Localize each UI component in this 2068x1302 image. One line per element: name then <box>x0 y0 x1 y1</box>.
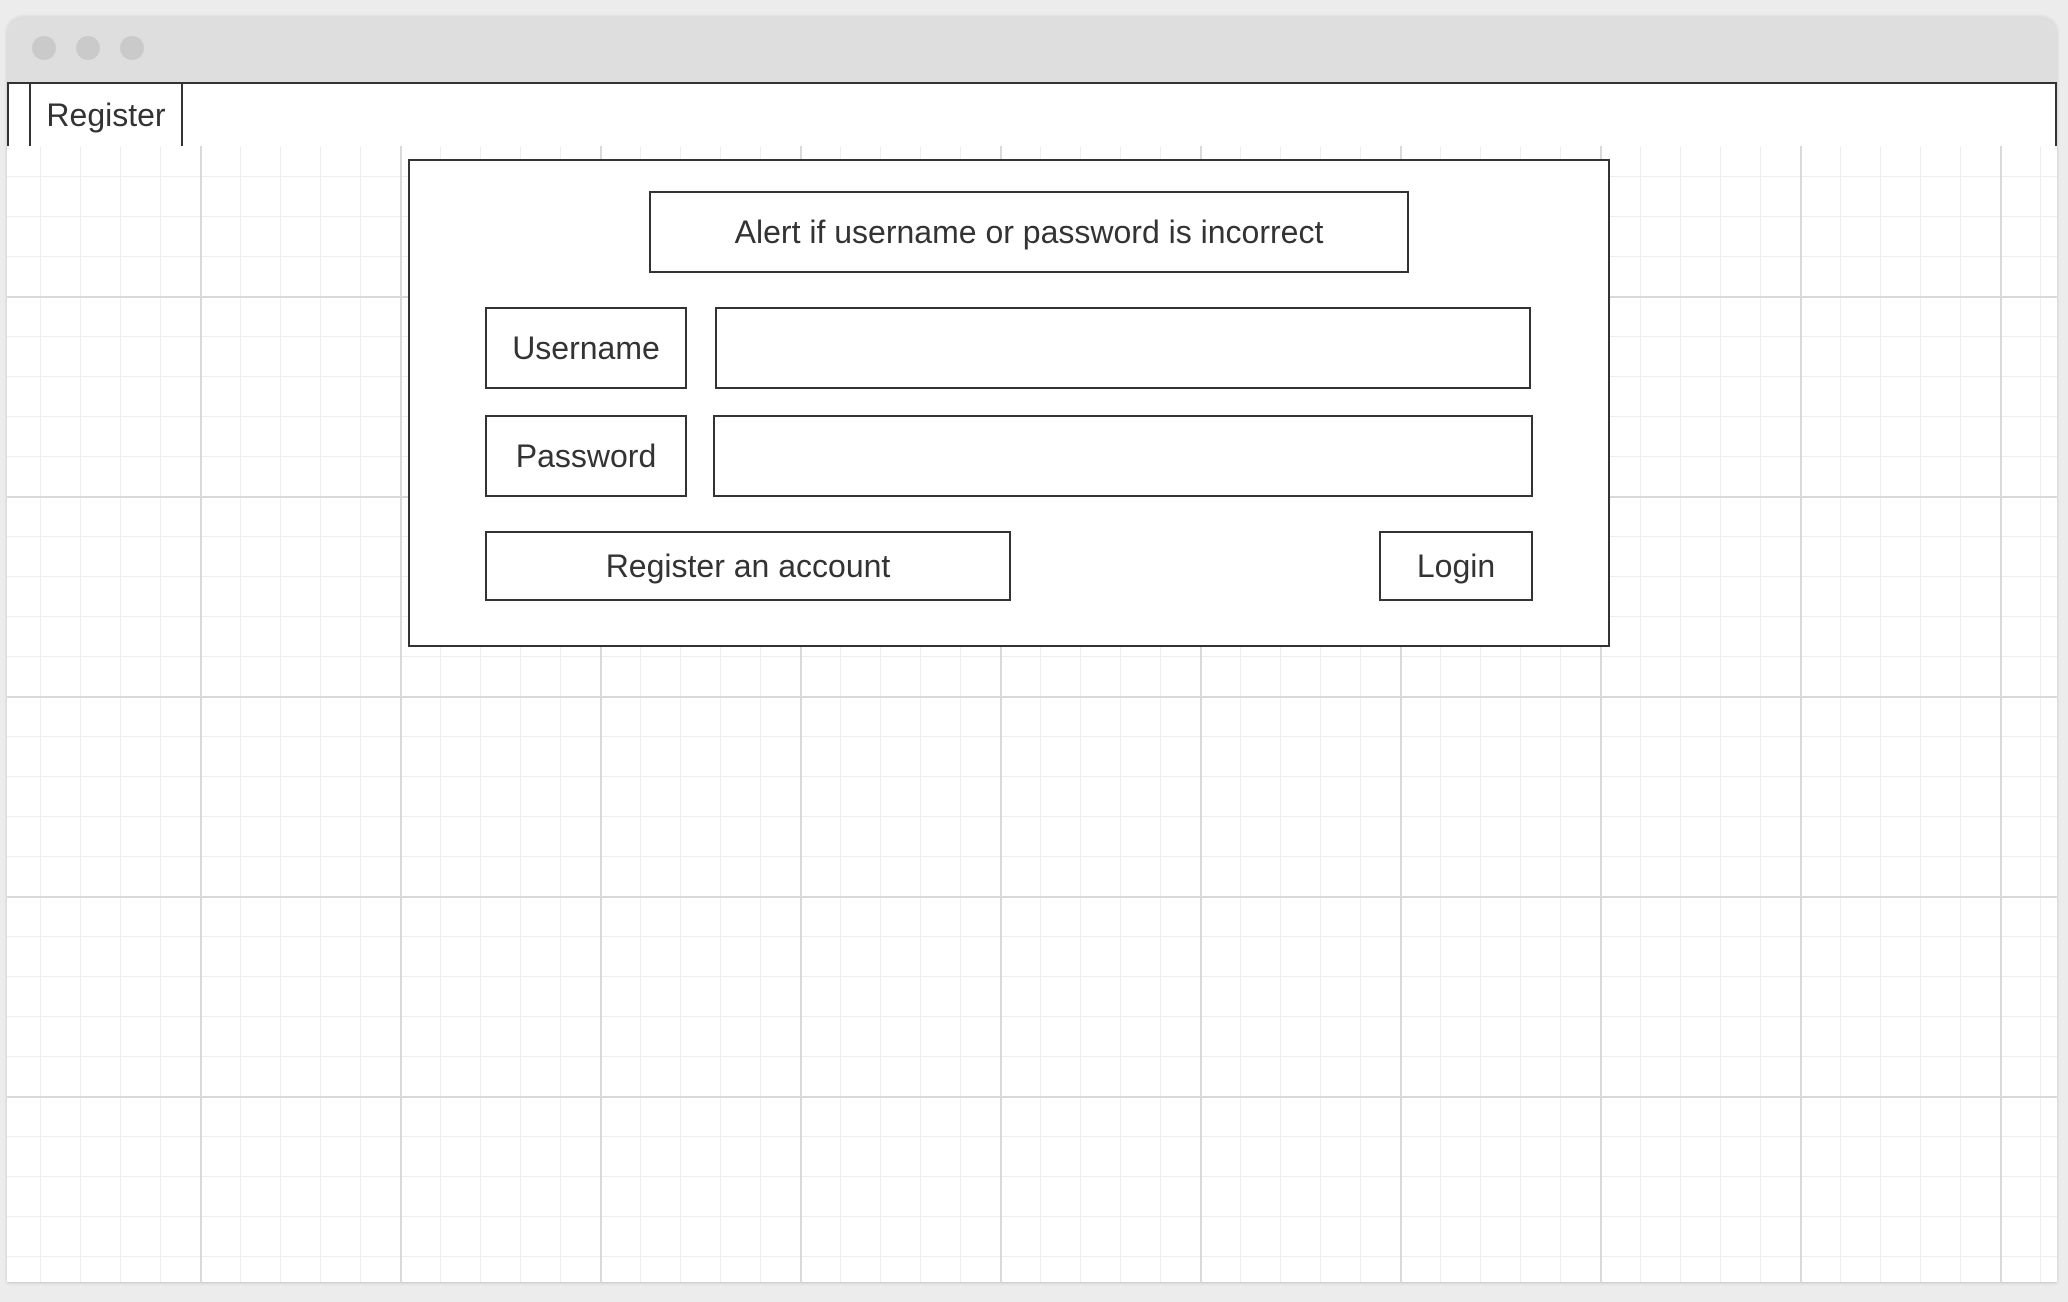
tab-register[interactable]: Register <box>31 84 183 146</box>
tab-bar-stub <box>9 84 31 146</box>
error-alert: Alert if username or password is incorre… <box>649 191 1409 273</box>
window-close-dot[interactable] <box>32 36 56 60</box>
window-titlebar <box>7 16 2057 82</box>
password-label: Password <box>485 415 687 497</box>
username-label: Username <box>485 307 687 389</box>
window-minimize-dot[interactable] <box>76 36 100 60</box>
login-panel: Alert if username or password is incorre… <box>408 159 1610 647</box>
register-account-button[interactable]: Register an account <box>485 531 1011 601</box>
window-maximize-dot[interactable] <box>120 36 144 60</box>
browser-window: Register Alert if username or password i… <box>7 16 2057 1282</box>
username-input[interactable] <box>715 307 1531 389</box>
tab-bar: Register <box>7 82 2057 148</box>
login-button[interactable]: Login <box>1379 531 1533 601</box>
grid-canvas: Alert if username or password is incorre… <box>7 146 2057 1282</box>
password-input[interactable] <box>713 415 1533 497</box>
